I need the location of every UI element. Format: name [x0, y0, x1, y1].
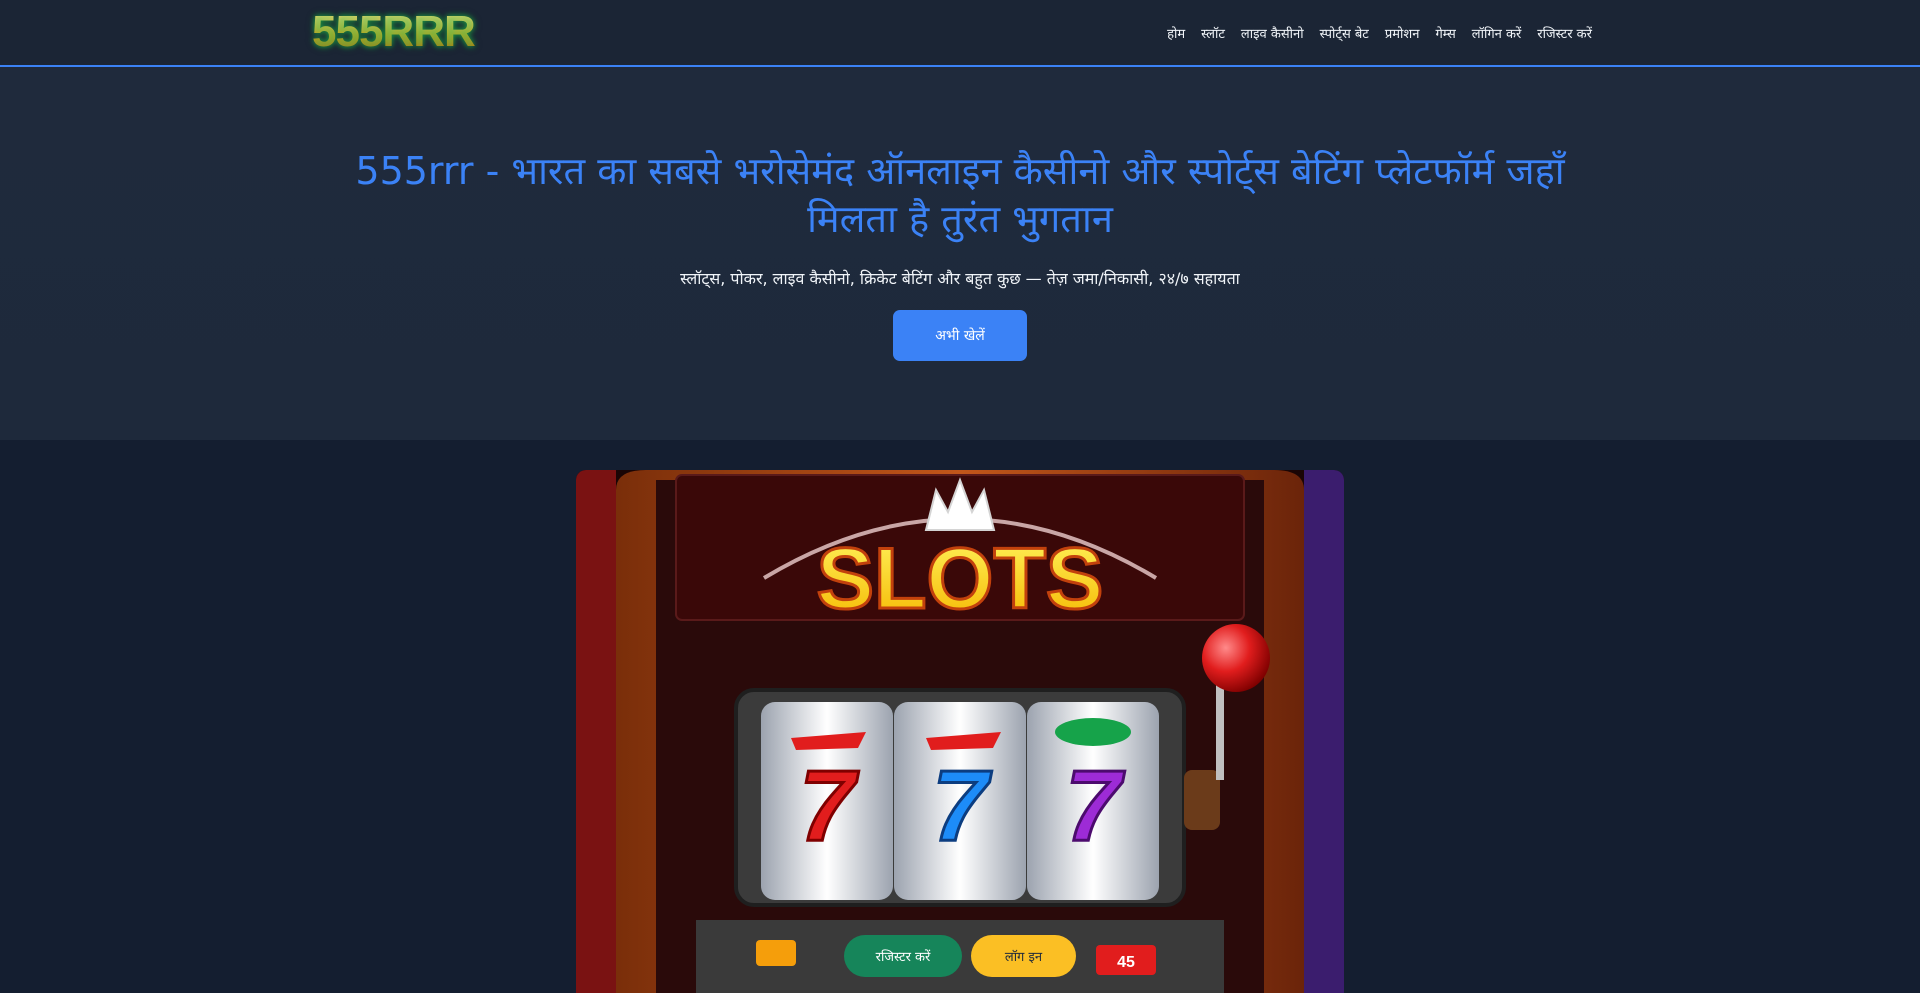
banner-slots-title: SLOTS — [817, 531, 1104, 627]
play-now-button[interactable]: अभी खेलें — [893, 310, 1027, 361]
nav-link-login[interactable]: लॉगिन करें — [1464, 24, 1530, 42]
main-nav: होम स्लॉट लाइव कैसीनो स्पोर्ट्स बेट प्रम… — [1159, 0, 1600, 65]
hero-title-text: - भारत का सबसे भरोसेमंद ऑनलाइन कैसीनो और… — [473, 149, 1565, 241]
register-button[interactable]: रजिस्टर करें — [844, 935, 962, 977]
nav-link-slots[interactable]: स्लॉट — [1193, 24, 1233, 42]
hero-title: 555rrr - भारत का सबसे भरोसेमंद ऑनलाइन कै… — [320, 147, 1600, 243]
nav-link-games[interactable]: गेम्स — [1427, 24, 1463, 42]
slot-machine-illustration: SLOTS 7 7 7 45 — [576, 470, 1344, 993]
nav-link-sports[interactable]: स्पोर्ट्स बेट — [1312, 24, 1377, 42]
reel-symbol-3: 7 — [1065, 750, 1125, 862]
floating-action-buttons: रजिस्टर करें लॉग इन — [844, 935, 1076, 977]
reel-symbol-2: 7 — [932, 750, 992, 862]
nav-link-home[interactable]: होम — [1159, 24, 1193, 42]
login-button[interactable]: लॉग इन — [971, 935, 1076, 977]
nav-link-promotions[interactable]: प्रमोशन — [1377, 24, 1428, 42]
hero-title-brand: 555rrr — [355, 149, 474, 193]
hero-section: 555rrr - भारत का सबसे भरोसेमंद ऑनलाइन कै… — [0, 67, 1920, 440]
nav-link-live-casino[interactable]: लाइव कैसीनो — [1233, 24, 1312, 42]
slots-banner-image: SLOTS 7 7 7 45 — [576, 470, 1344, 993]
nav-link-register[interactable]: रजिस्टर करें — [1529, 24, 1600, 42]
hero-subtitle: स्लॉट्स, पोकर, लाइव कैसीनो, क्रिकेट बेटि… — [680, 269, 1240, 288]
site-logo[interactable]: 555RRR — [312, 8, 476, 56]
site-header: 555RRR होम स्लॉट लाइव कैसीनो स्पोर्ट्स ब… — [0, 0, 1920, 67]
banner-bottom-number: 45 — [1117, 954, 1135, 971]
reel-symbol-1: 7 — [799, 750, 859, 862]
